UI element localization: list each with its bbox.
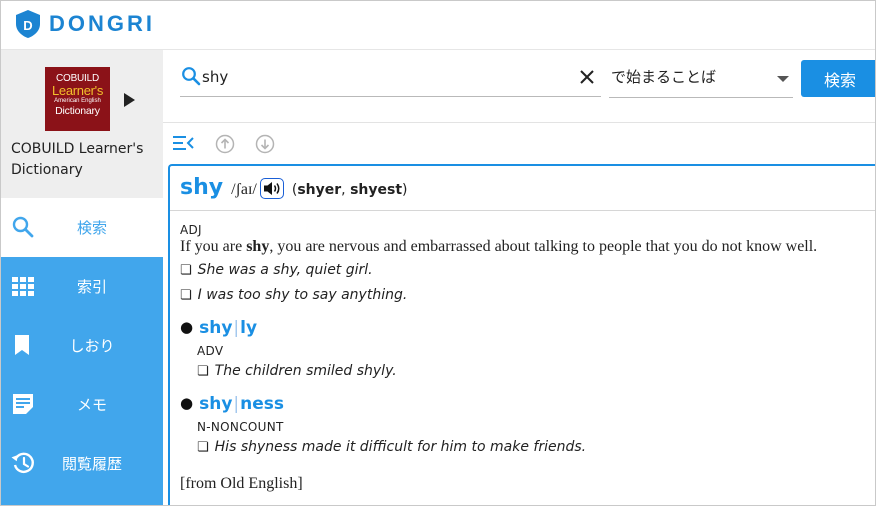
bullet-icon: ● — [180, 394, 194, 412]
form-comparative: shyer — [297, 182, 342, 198]
search-icon — [12, 216, 34, 238]
form-superlative: shyest — [350, 182, 403, 198]
example-text: She was a shy, quiet girl. — [197, 262, 373, 278]
search-button[interactable]: 検索 — [801, 60, 875, 97]
nav-item-history[interactable]: 閲覧履歴 — [1, 434, 163, 493]
nav-label-memo: メモ — [76, 396, 107, 414]
derivative-heading: ● shy|ness — [180, 394, 284, 414]
example-sentence: ❏ The children smiled shyly. — [197, 363, 397, 379]
dictionary-panel[interactable]: COBUILD Learner's American English Dicti… — [1, 50, 163, 198]
dictionary-name: COBUILD Learner's Dictionary — [11, 141, 144, 178]
forms-close-paren: ) — [402, 182, 408, 198]
syllable-separator: | — [233, 318, 240, 338]
example-text: His shyness made it difficult for him to… — [214, 439, 587, 455]
search-field-icon — [182, 67, 201, 86]
close-icon[interactable] — [579, 69, 595, 85]
syllable-separator: | — [233, 394, 240, 414]
bookmark-icon — [15, 335, 29, 355]
example-text: I was too shy to say anything. — [197, 287, 408, 303]
definition-post: , you are nervous and embarrassed about … — [269, 238, 818, 255]
app-window: D DONGRI COBUILD Learner's American Engl… — [0, 0, 876, 506]
example-box-icon: ❏ — [197, 364, 209, 379]
top-bar: D DONGRI — [1, 1, 875, 50]
derivative-part2: ness — [240, 394, 285, 414]
example-box-icon: ❏ — [180, 263, 192, 278]
definition-pre: If you are — [180, 238, 247, 255]
search-mode-select[interactable]: で始まることば — [609, 63, 793, 98]
nav-item-index[interactable]: 索引 — [1, 257, 163, 316]
derivative-part1: shy — [199, 394, 233, 414]
logo-shield-icon: D — [16, 10, 40, 38]
definition-headword: shy — [246, 238, 270, 255]
search-input[interactable] — [202, 63, 572, 91]
grid-icon — [12, 277, 34, 296]
note-icon — [13, 394, 33, 414]
inflected-forms: (shyer, shyest) — [292, 182, 408, 198]
cover-line-4: Dictionary — [55, 105, 100, 117]
nav-label-index: 索引 — [76, 278, 107, 296]
play-icon[interactable] — [124, 93, 135, 107]
entry-header: shy /ʃaɪ/ (shyer, shyest) — [180, 174, 408, 208]
derivative-heading: ● shy|ly — [180, 318, 257, 338]
speaker-icon[interactable] — [259, 178, 284, 199]
nav-label-bookmarks: しおり — [69, 337, 115, 355]
word-origin: [from Old English] — [180, 475, 303, 492]
derivative-part2: ly — [240, 318, 258, 338]
example-sentence: ❏ His shyness made it difficult for him t… — [197, 439, 586, 455]
dictionary-entry: shy /ʃaɪ/ (shyer, shyest) ADJ If you are… — [168, 164, 875, 505]
previous-entry-icon[interactable] — [215, 134, 235, 154]
example-text: The children smiled shyly. — [214, 363, 397, 379]
example-box-icon: ❏ — [180, 288, 192, 303]
part-of-speech: ADJ — [180, 223, 202, 237]
logo-text: DONGRI — [49, 11, 155, 36]
svg-text:D: D — [23, 18, 32, 33]
derivative-pos: N-NONCOUNT — [197, 420, 284, 434]
pronunciation: /ʃaɪ/ — [231, 181, 257, 198]
search-bar: で始まることば 検索 — [163, 50, 875, 123]
nav-item-bookmarks[interactable]: しおり — [1, 316, 163, 375]
nav-label-history: 閲覧履歴 — [61, 455, 122, 473]
speaker-glyph — [263, 182, 280, 195]
example-sentence: ❏ I was too shy to say anything. — [180, 287, 407, 303]
derivative-part1: shy — [199, 318, 233, 338]
cover-line-2: Learner's — [51, 83, 104, 98]
next-entry-icon[interactable] — [255, 134, 275, 154]
sidebar: COBUILD Learner's American English Dicti… — [1, 50, 163, 505]
search-underline — [180, 96, 601, 97]
cover-line-3: American English — [54, 98, 101, 104]
example-sentence: ❏ She was a shy, quiet girl. — [180, 262, 373, 278]
nav-item-memo[interactable]: メモ — [1, 375, 163, 434]
nav-label-search: 検索 — [76, 219, 107, 237]
chevron-down-icon — [777, 76, 789, 82]
dictionary-cover[interactable]: COBUILD Learner's American English Dicti… — [45, 67, 110, 131]
main-content: で始まることば 検索 — [163, 50, 875, 505]
derivative-pos: ADV — [197, 344, 224, 358]
entry-toolbar — [163, 123, 875, 163]
definition: If you are shy, you are nervous and emba… — [180, 238, 817, 256]
bullet-icon: ● — [180, 318, 194, 336]
header-divider — [170, 210, 875, 211]
search-mode-label: で始まることば — [611, 68, 717, 86]
app-logo: D DONGRI — [15, 9, 155, 39]
nav-item-search[interactable]: 検索 — [1, 198, 163, 257]
collapse-list-icon[interactable] — [173, 134, 195, 152]
forms-comma: , — [341, 182, 351, 198]
headword: shy — [180, 175, 224, 200]
history-icon — [11, 452, 34, 474]
example-box-icon: ❏ — [197, 440, 209, 455]
